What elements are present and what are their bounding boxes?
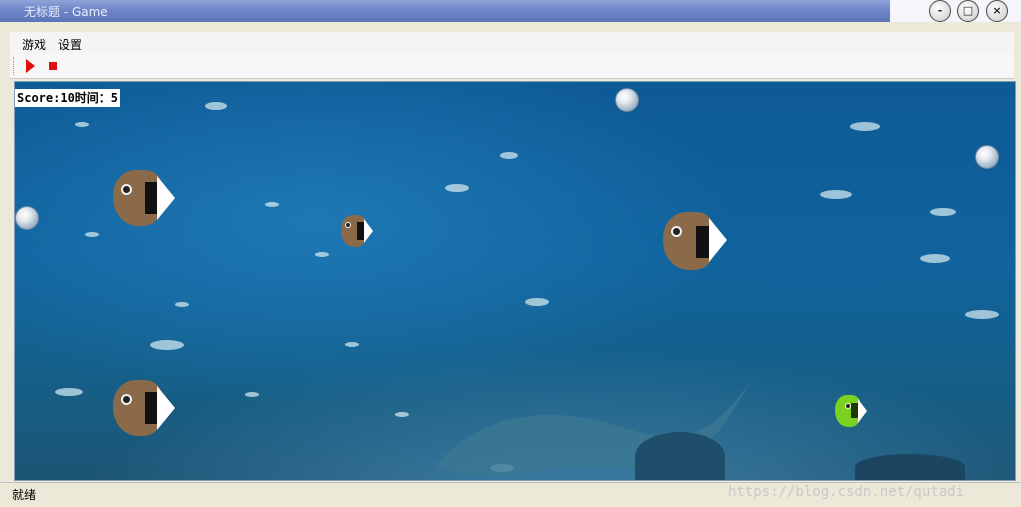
background-fish xyxy=(930,208,956,216)
background-fish xyxy=(445,184,469,192)
game-canvas[interactable]: Score:10时间：5 xyxy=(14,81,1016,481)
background-fish xyxy=(820,190,852,199)
enemy-fish-small xyxy=(341,214,375,248)
menu-game[interactable]: 游戏 xyxy=(22,36,46,53)
background-fish xyxy=(965,310,999,319)
background-fish xyxy=(265,202,279,207)
coral xyxy=(635,432,725,480)
background-fish xyxy=(245,392,259,397)
toolbar xyxy=(10,54,1014,79)
bubble xyxy=(15,206,39,230)
enemy-fish xyxy=(663,210,727,272)
background-fish xyxy=(345,342,359,347)
stop-button[interactable] xyxy=(48,61,58,71)
background-fish xyxy=(850,122,880,131)
minimize-button[interactable]: - xyxy=(929,0,951,22)
game-window: 无标题 - Game - □ × 游戏 设置 Score:10时间：5 就绪 h… xyxy=(0,0,1021,507)
enemy-fish xyxy=(113,168,175,228)
close-button[interactable]: × xyxy=(986,0,1008,22)
enemy-fish xyxy=(113,378,175,438)
background-fish xyxy=(205,102,227,110)
close-icon: × xyxy=(992,4,1002,17)
background-fish xyxy=(175,302,189,307)
score-display: Score:10时间：5 xyxy=(15,89,121,107)
background-fish xyxy=(55,388,83,396)
play-icon xyxy=(26,59,35,73)
background-fish xyxy=(395,412,409,417)
maximize-button[interactable]: □ xyxy=(957,0,979,22)
background-fish xyxy=(500,152,518,159)
background-fish xyxy=(85,232,99,237)
background-fish xyxy=(150,340,184,350)
coral xyxy=(855,454,965,480)
background-fish xyxy=(75,122,89,127)
maximize-icon: □ xyxy=(962,4,974,17)
player-fish[interactable] xyxy=(835,394,869,428)
bubble xyxy=(615,88,639,112)
menu-bar: 游戏 设置 xyxy=(10,32,1014,55)
start-button[interactable] xyxy=(24,58,36,74)
menu-settings[interactable]: 设置 xyxy=(58,36,82,53)
title-bar[interactable]: 无标题 - Game xyxy=(0,0,1021,22)
stop-icon xyxy=(49,62,57,70)
watermark: https://blog.csdn.net/qutadi xyxy=(728,484,965,500)
minimize-icon: - xyxy=(937,4,943,17)
status-bar: 就绪 https://blog.csdn.net/qutadi xyxy=(0,482,1021,507)
window-title: 无标题 - Game xyxy=(24,5,108,19)
bubble xyxy=(975,145,999,169)
status-text: 就绪 xyxy=(12,488,37,502)
background-fish xyxy=(920,254,950,263)
background-fish xyxy=(315,252,329,257)
toolbar-grip[interactable] xyxy=(13,57,16,75)
background-fish xyxy=(525,298,549,306)
